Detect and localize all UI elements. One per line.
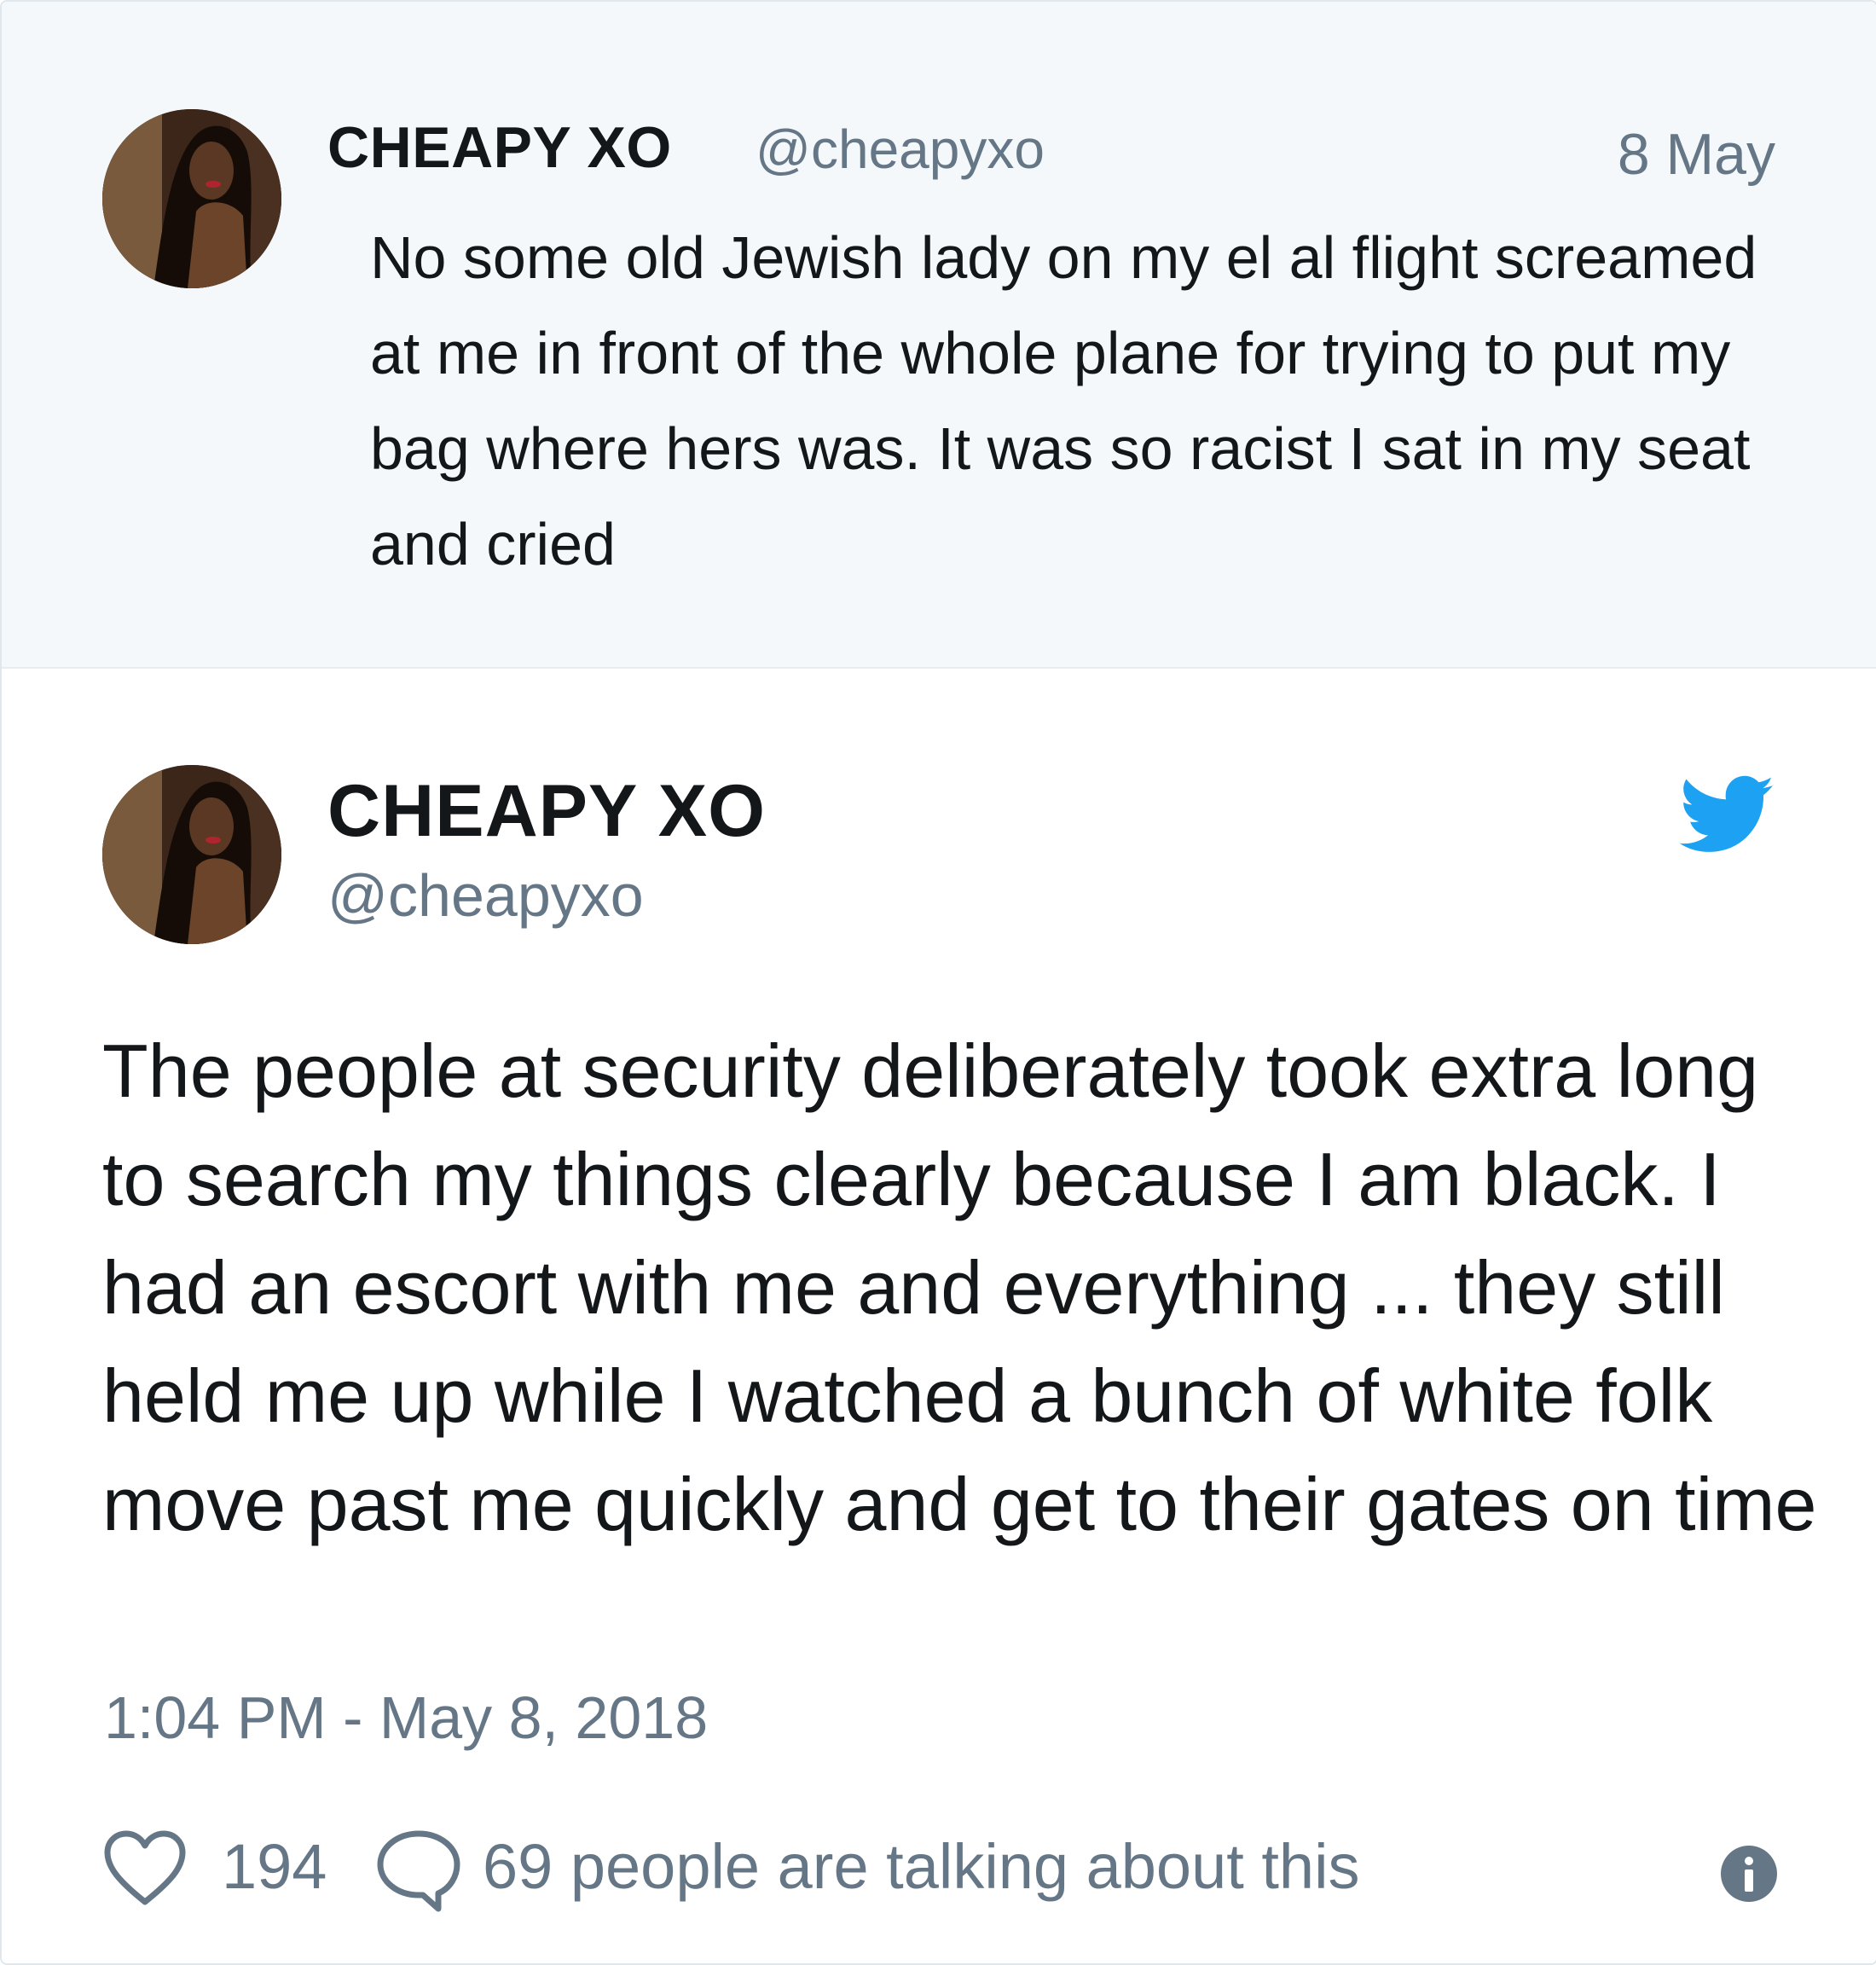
talking-count[interactable]: 69 people are talking about this [483, 1830, 1360, 1903]
heart-icon[interactable] [102, 1829, 188, 1907]
like-count[interactable]: 194 [222, 1830, 327, 1903]
twitter-bird-icon[interactable] [1680, 773, 1775, 858]
avatar[interactable] [102, 765, 281, 944]
tweet-actions: 194 69 people are talking about this [102, 1818, 1791, 1912]
quoted-author-name[interactable]: CHEAPY XO [327, 114, 672, 181]
author-handle[interactable]: @cheapyxo [327, 861, 644, 930]
tweet-timestamp[interactable]: 1:04 PM - May 8, 2018 [104, 1684, 708, 1752]
quoted-tweet-date[interactable]: 8 May [1618, 121, 1775, 188]
info-icon[interactable] [1719, 1844, 1779, 1904]
quoted-author-handle[interactable]: @cheapyxo [756, 118, 1045, 181]
embedded-tweet-card: CHEAPY XO @cheapyxo 8 May No some old Je… [0, 0, 1876, 1965]
avatar[interactable] [102, 109, 281, 288]
quoted-tweet-text: No some old Jewish lady on my el al flig… [370, 224, 1757, 577]
author-name[interactable]: CHEAPY XO [327, 769, 766, 854]
tweet-text: The people at security deliberately took… [102, 1029, 1817, 1546]
quoted-tweet[interactable]: CHEAPY XO @cheapyxo 8 May No some old Je… [2, 2, 1876, 669]
speech-bubble-icon[interactable] [373, 1827, 464, 1912]
